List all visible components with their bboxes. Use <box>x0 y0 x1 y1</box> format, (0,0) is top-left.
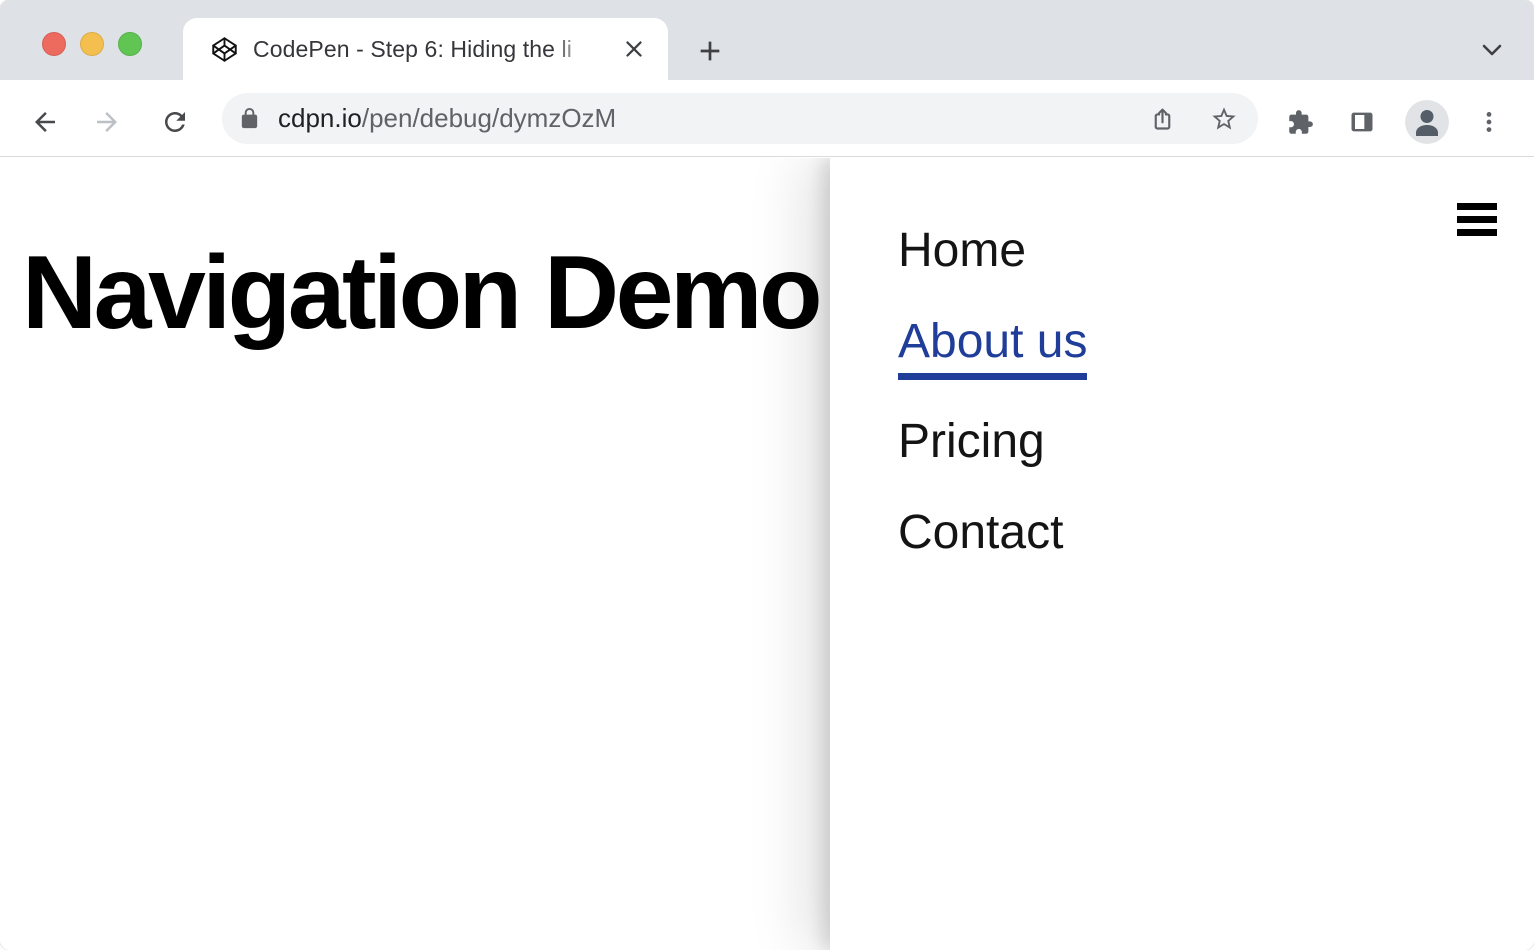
browser-toolbar: cdpn.io/pen/debug/dymzOzM <box>0 80 1534 157</box>
url-path: /pen/debug/dymzOzM <box>362 103 616 133</box>
tab-search-button[interactable] <box>1472 33 1512 69</box>
back-arrow-icon <box>30 107 60 137</box>
chevron-down-icon <box>1480 42 1504 60</box>
avatar-icon <box>1405 100 1449 144</box>
nav-link-home[interactable]: Home <box>898 224 1026 277</box>
nav-item-about: About us <box>898 313 1534 381</box>
window-minimize-button[interactable] <box>80 32 104 56</box>
side-panel-icon <box>1348 108 1376 136</box>
nav-panel: Home About us Pricing Contact <box>830 158 1534 950</box>
lock-icon[interactable] <box>238 107 261 130</box>
address-bar[interactable]: cdpn.io/pen/debug/dymzOzM <box>222 93 1258 144</box>
nav-item-pricing: Pricing <box>898 413 1534 471</box>
plus-icon <box>694 35 726 67</box>
back-button[interactable] <box>23 100 67 144</box>
share-icon <box>1149 106 1176 133</box>
nav-link-contact[interactable]: Contact <box>898 506 1063 559</box>
puzzle-icon <box>1287 109 1314 136</box>
forward-arrow-icon <box>92 107 122 137</box>
url-domain: cdpn.io <box>278 103 362 133</box>
menu-toggle-button[interactable] <box>1457 203 1497 236</box>
forward-button[interactable] <box>85 100 129 144</box>
window-close-button[interactable] <box>42 32 66 56</box>
nav-item-contact: Contact <box>898 504 1534 562</box>
tab-close-button[interactable] <box>620 35 648 63</box>
close-icon <box>621 36 647 62</box>
window-controls <box>42 32 142 56</box>
side-panel-button[interactable] <box>1340 100 1384 144</box>
nav-link-pricing[interactable]: Pricing <box>898 415 1045 468</box>
codepen-logo-icon <box>211 36 238 63</box>
extensions-button[interactable] <box>1278 100 1322 144</box>
nav-link-about[interactable]: About us <box>898 313 1087 381</box>
tab-title: CodePen - Step 6: Hiding the li <box>253 36 600 63</box>
hamburger-icon <box>1457 203 1497 210</box>
reload-icon <box>160 107 190 137</box>
window-zoom-button[interactable] <box>118 32 142 56</box>
tab-strip: CodePen - Step 6: Hiding the li <box>0 0 1534 80</box>
browser-tab[interactable]: CodePen - Step 6: Hiding the li <box>183 18 668 80</box>
browser-menu-button[interactable] <box>1467 100 1511 144</box>
page-content: Navigation Demo Home About us Pricing Co… <box>0 158 1534 950</box>
url-text: cdpn.io/pen/debug/dymzOzM <box>278 103 616 134</box>
browser-window: CodePen - Step 6: Hiding the li <box>0 0 1534 950</box>
profile-avatar[interactable] <box>1405 100 1449 144</box>
kebab-menu-icon <box>1476 109 1502 135</box>
reload-button[interactable] <box>153 100 197 144</box>
nav-item-home: Home <box>898 222 1534 280</box>
new-tab-button[interactable] <box>690 31 730 71</box>
star-icon <box>1210 105 1238 133</box>
bookmark-button[interactable] <box>1202 97 1246 141</box>
share-button[interactable] <box>1140 97 1184 141</box>
site-navigation: Home About us Pricing Contact <box>830 158 1534 561</box>
